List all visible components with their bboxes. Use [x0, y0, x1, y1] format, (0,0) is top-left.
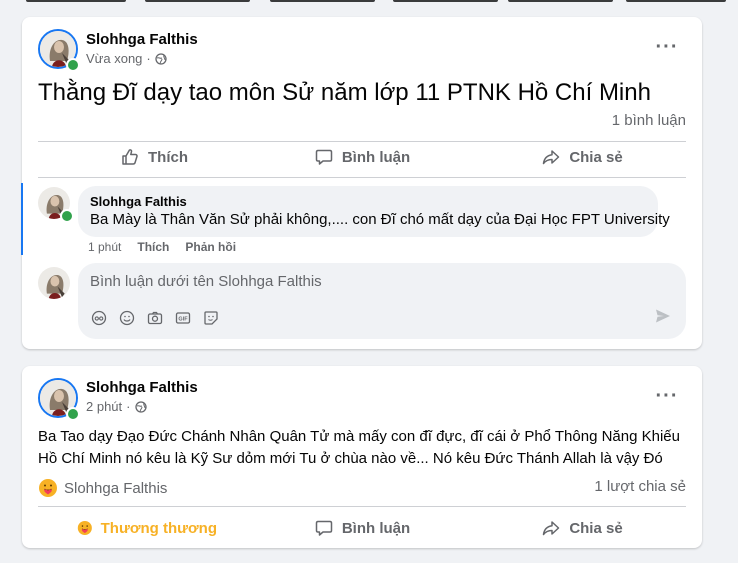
more-options-icon[interactable]: ···: [649, 29, 685, 65]
emoji-icon[interactable]: [118, 309, 136, 327]
post-card: Slohhga Falthis Vừa xong · ··· Thằng Đĩ …: [21, 17, 702, 349]
globe-icon: [155, 52, 167, 65]
post-text: Thằng Đĩ dạy tao môn Sử năm lớp 11 PTNK …: [38, 79, 651, 106]
post-text: Ba Tao dạy Đạo Đức Chánh Nhân Quân Tử mà…: [38, 428, 680, 467]
comment-count[interactable]: 1 bình luận: [612, 112, 686, 129]
comment-like-button[interactable]: Thích: [137, 240, 169, 254]
post-timestamp[interactable]: Vừa xong ·: [86, 51, 167, 66]
post-time-text[interactable]: 2 phút: [86, 399, 122, 414]
post-author-name[interactable]: Slohhga Falthis: [86, 379, 198, 396]
comment-icon: [315, 520, 333, 536]
reaction-summary[interactable]: Slohhga Falthis: [38, 478, 167, 498]
share-button[interactable]: Chia sẻ: [522, 140, 642, 174]
post-card: Slohhga Falthis 2 phút · ··· Ba Tao dạy …: [22, 366, 702, 548]
like-button[interactable]: Thích: [94, 140, 214, 174]
care-reaction-icon: [77, 520, 92, 536]
comment-highlight-bar: [21, 183, 23, 255]
post-author-name[interactable]: Slohhga Falthis: [86, 31, 198, 48]
share-label: Chia sẻ: [569, 148, 623, 166]
share-label: Chia sẻ: [569, 519, 623, 537]
comment-input[interactable]: Bình luận dưới tên Slohhga Falthis: [90, 273, 322, 290]
globe-icon: [134, 400, 147, 413]
comment-button[interactable]: Bình luận: [302, 511, 422, 545]
thumbs-up-icon: [122, 149, 138, 165]
like-label: Thích: [148, 148, 188, 166]
comment-reply-button[interactable]: Phản hồi: [185, 240, 236, 254]
post-timestamp[interactable]: 2 phút ·: [86, 399, 147, 414]
online-status-dot: [60, 209, 74, 223]
care-reaction-button[interactable]: Thương thương: [77, 511, 217, 545]
comment-actions: 1 phút Thích Phản hồi: [88, 240, 236, 254]
divider: [38, 506, 686, 507]
online-status-dot: [66, 58, 80, 72]
reactor-name[interactable]: Slohhga Falthis: [64, 480, 167, 497]
comment-time[interactable]: 1 phút: [88, 240, 121, 254]
more-options-icon[interactable]: ···: [649, 378, 685, 414]
previous-content-strip: [0, 0, 738, 6]
care-label: Thương thương: [100, 519, 217, 537]
send-icon[interactable]: [654, 307, 672, 330]
post-time-text[interactable]: Vừa xong: [86, 51, 142, 66]
care-reaction-icon: [39, 479, 57, 497]
comment-bubble: Slohhga Falthis Ba Mày là Thân Văn Sử ph…: [78, 186, 670, 237]
sticker-icon[interactable]: [202, 309, 220, 327]
comment-label: Bình luận: [341, 519, 411, 537]
comment-button[interactable]: Bình luận: [302, 140, 422, 174]
avatar-sticker-icon[interactable]: [90, 309, 108, 327]
comment-icon: [315, 149, 333, 165]
comment-composer[interactable]: Bình luận dưới tên Slohhga Falthis GIF: [78, 263, 686, 339]
share-count[interactable]: 1 lượt chia sẻ: [594, 478, 686, 495]
composer-tools: GIF: [90, 309, 220, 327]
divider: [38, 177, 686, 178]
avatar-image: [38, 267, 70, 299]
share-icon: [543, 150, 560, 165]
share-icon: [543, 521, 560, 536]
share-button[interactable]: Chia sẻ: [522, 511, 642, 545]
comment-label: Bình luận: [341, 148, 411, 166]
gif-icon[interactable]: GIF: [174, 309, 192, 327]
camera-icon[interactable]: [146, 309, 164, 327]
svg-text:GIF: GIF: [178, 317, 188, 323]
online-status-dot: [66, 407, 80, 421]
comment-text: Ba Mày là Thân Văn Sử phải không,.... co…: [90, 211, 670, 228]
comment-author-name[interactable]: Slohhga Falthis: [90, 194, 646, 210]
composer-avatar[interactable]: [38, 267, 70, 299]
